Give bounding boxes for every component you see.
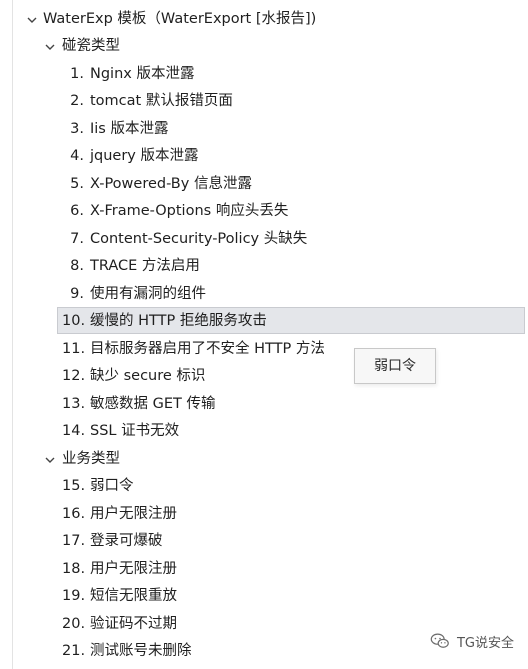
item-label: 目标服务器启用了不安全 HTTP 方法 <box>90 341 325 357</box>
item-number: 18. <box>62 561 86 577</box>
tree-item[interactable]: 4. jquery 版本泄露 <box>0 143 528 170</box>
item-number: 19. <box>62 588 86 604</box>
item-number: 13. <box>62 396 86 412</box>
chevron-down-icon[interactable] <box>43 446 57 473</box>
item-label: Content-Security-Policy 头缺失 <box>90 231 308 247</box>
item-label: 登录可爆破 <box>90 533 163 549</box>
item-label: SSL 证书无效 <box>90 423 180 439</box>
item-label: 使用有漏洞的组件 <box>90 286 206 302</box>
tree-item[interactable]: 6. X-Frame-Options 响应头丢失 <box>0 198 528 225</box>
item-number: 20. <box>62 616 86 632</box>
item-number: 8. <box>70 258 84 274</box>
item-number: 14. <box>62 423 86 439</box>
item-number: 2. <box>70 93 84 109</box>
tree-item-selected[interactable]: 10. 缓慢的 HTTP 拒绝服务攻击 <box>57 307 525 334</box>
item-label: 缓慢的 HTTP 拒绝服务攻击 <box>90 313 267 329</box>
chevron-down-icon[interactable] <box>25 6 39 33</box>
item-label: tomcat 默认报错页面 <box>90 93 233 109</box>
item-label: TRACE 方法启用 <box>90 258 200 274</box>
outline-tree: WaterExp 模板（WaterExport [水报告]) 碰瓷类型 1. Ng… <box>0 0 528 669</box>
tree-group-label: 业务类型 <box>62 451 120 467</box>
tree-item[interactable]: 11. 目标服务器启用了不安全 HTTP 方法 <box>0 336 528 363</box>
hover-tooltip: 弱口令 <box>354 348 436 384</box>
item-label: X-Frame-Options 响应头丢失 <box>90 203 289 219</box>
tree-item[interactable]: 17. 登录可爆破 <box>0 528 528 555</box>
item-label: 弱口令 <box>90 478 134 494</box>
tree-item[interactable]: 12. 缺少 secure 标识 <box>0 363 528 390</box>
tree-item[interactable]: 15. 弱口令 <box>0 473 528 500</box>
tree-item[interactable]: 19. 短信无限重放 <box>0 583 528 610</box>
item-number: 6. <box>70 203 84 219</box>
item-label: 缺少 secure 标识 <box>90 368 206 384</box>
watermark: TG说安全 <box>429 629 514 653</box>
item-label: 用户无限注册 <box>90 506 177 522</box>
tree-item[interactable]: 9. 使用有漏洞的组件 <box>0 281 528 308</box>
item-label: 测试账号未删除 <box>90 643 192 659</box>
wechat-icon <box>430 633 449 648</box>
item-number: 12. <box>62 368 86 384</box>
tree-group-label: 碰瓷类型 <box>62 38 120 54</box>
item-label: Nginx 版本泄露 <box>90 66 195 82</box>
tree-item[interactable]: 18. 用户无限注册 <box>0 556 528 583</box>
tree-item[interactable]: 5. X-Powered-By 信息泄露 <box>0 171 528 198</box>
item-number: 3. <box>70 121 84 137</box>
item-label: Iis 版本泄露 <box>90 121 169 137</box>
tree-root-label: WaterExp 模板（WaterExport [水报告]) <box>43 11 317 27</box>
tree-group-node[interactable]: 碰瓷类型 <box>0 33 528 60</box>
item-number: 17. <box>62 533 86 549</box>
tree-item[interactable]: 14. SSL 证书无效 <box>0 418 528 445</box>
tree-root-node[interactable]: WaterExp 模板（WaterExport [水报告]) <box>0 6 528 33</box>
tree-item[interactable]: 1. Nginx 版本泄露 <box>0 61 528 88</box>
item-number: 9. <box>70 286 84 302</box>
item-number: 4. <box>70 148 84 164</box>
item-label: 用户无限注册 <box>90 561 177 577</box>
item-number: 11. <box>62 341 86 357</box>
item-number: 5. <box>70 176 84 192</box>
item-label: X-Powered-By 信息泄露 <box>90 176 252 192</box>
item-number: 10. <box>62 313 86 329</box>
tree-item[interactable]: 7. Content-Security-Policy 头缺失 <box>0 226 528 253</box>
item-number: 7. <box>70 231 84 247</box>
tree-group-node[interactable]: 业务类型 <box>0 446 528 473</box>
tree-item[interactable]: 16. 用户无限注册 <box>0 501 528 528</box>
item-number: 15. <box>62 478 86 494</box>
item-number: 21. <box>62 643 86 659</box>
item-label: 敏感数据 GET 传输 <box>90 396 216 412</box>
item-label: 短信无限重放 <box>90 588 177 604</box>
item-number: 16. <box>62 506 86 522</box>
tree-item[interactable]: 2. tomcat 默认报错页面 <box>0 88 528 115</box>
item-label: jquery 版本泄露 <box>90 148 199 164</box>
item-number: 1. <box>70 66 84 82</box>
tree-item[interactable]: 8. TRACE 方法启用 <box>0 253 528 280</box>
chevron-down-icon[interactable] <box>43 33 57 60</box>
tree-item[interactable]: 13. 敏感数据 GET 传输 <box>0 391 528 418</box>
tree-item[interactable]: 3. Iis 版本泄露 <box>0 116 528 143</box>
watermark-text: TG说安全 <box>456 635 514 651</box>
item-label: 验证码不过期 <box>90 616 177 632</box>
